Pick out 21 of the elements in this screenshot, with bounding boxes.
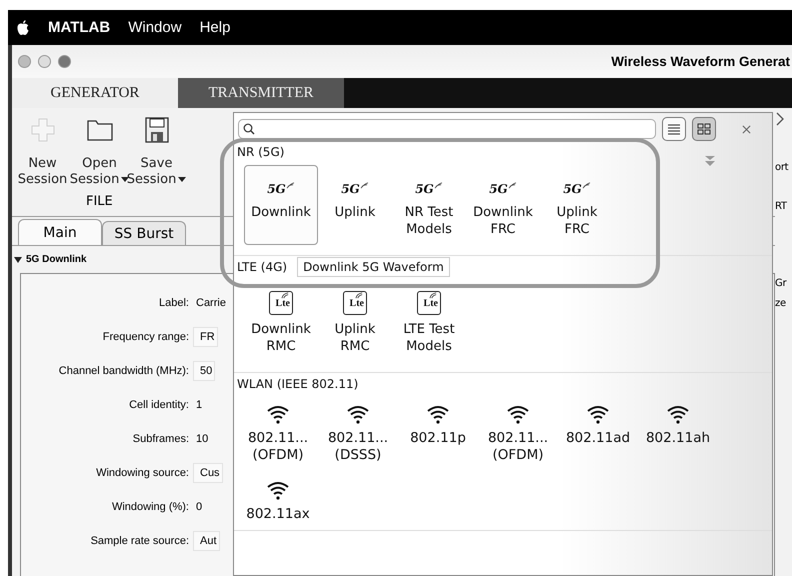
- tooltip: Downlink 5G Waveform: [297, 257, 450, 277]
- field-label: Windowing (%):: [110, 501, 190, 513]
- field-label: Cell identity:: [128, 399, 190, 411]
- field-label: Channel bandwidth (MHz):: [58, 365, 190, 377]
- category-header: WLAN (IEEE 802.11): [237, 377, 358, 391]
- field-label: Frequency range:: [102, 331, 190, 343]
- field-label: Windowing source:: [95, 467, 190, 479]
- field-label: Subframes:: [132, 433, 190, 445]
- panel-label: Gr: [775, 278, 786, 289]
- signal-logo-icon: Lte: [269, 291, 293, 315]
- signal-logo-icon: Lte: [343, 291, 367, 315]
- field-label: Label:: [158, 297, 190, 309]
- window-title: Wireless Waveform Generat: [611, 54, 790, 69]
- field-label: Sample rate source:: [90, 535, 190, 547]
- panel-label: ze: [775, 298, 786, 309]
- category-header: NR (5G): [237, 145, 284, 159]
- toolstrip-label: ort: [775, 162, 788, 173]
- toolstrip-label: RT: [775, 201, 787, 212]
- signal-logo-icon: Lte: [417, 291, 441, 315]
- section-label: FILE: [86, 194, 113, 209]
- category-header: LTE (4G): [237, 260, 288, 274]
